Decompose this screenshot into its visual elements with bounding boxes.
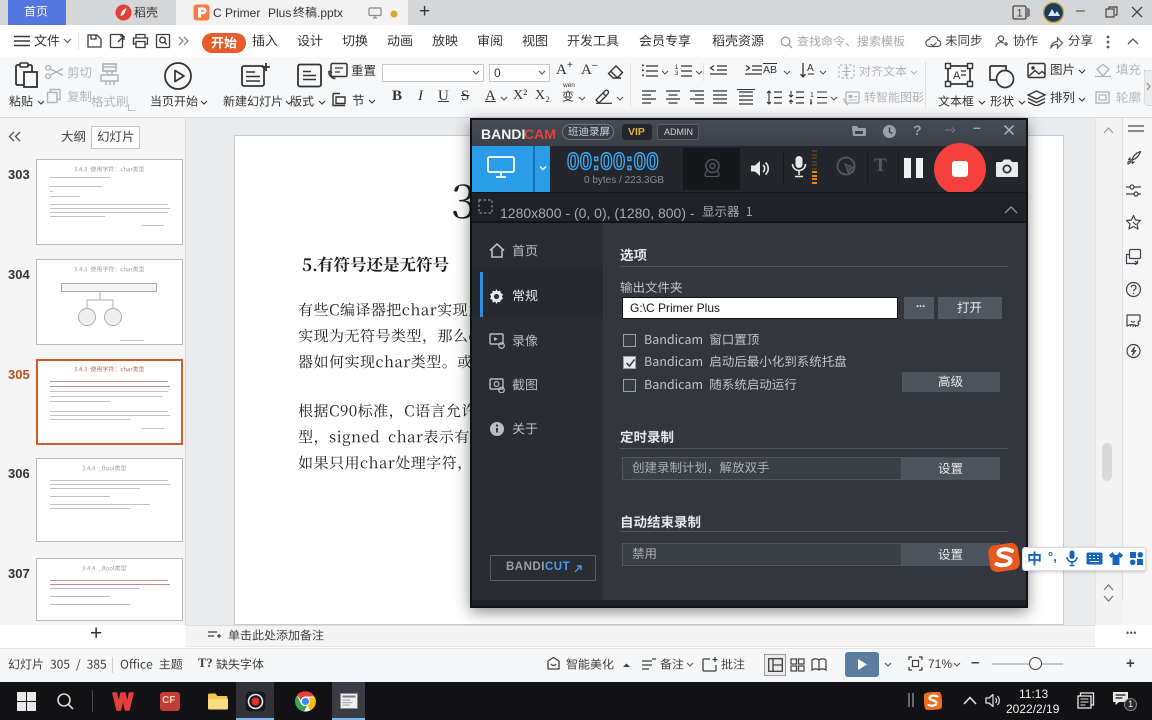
svg-text:A: A [953,70,961,82]
svg-text:A: A [807,63,814,74]
svg-text:1: 1 [1016,8,1022,20]
svg-text:3: 3 [675,71,679,77]
svg-text:1: 1 [810,92,814,99]
